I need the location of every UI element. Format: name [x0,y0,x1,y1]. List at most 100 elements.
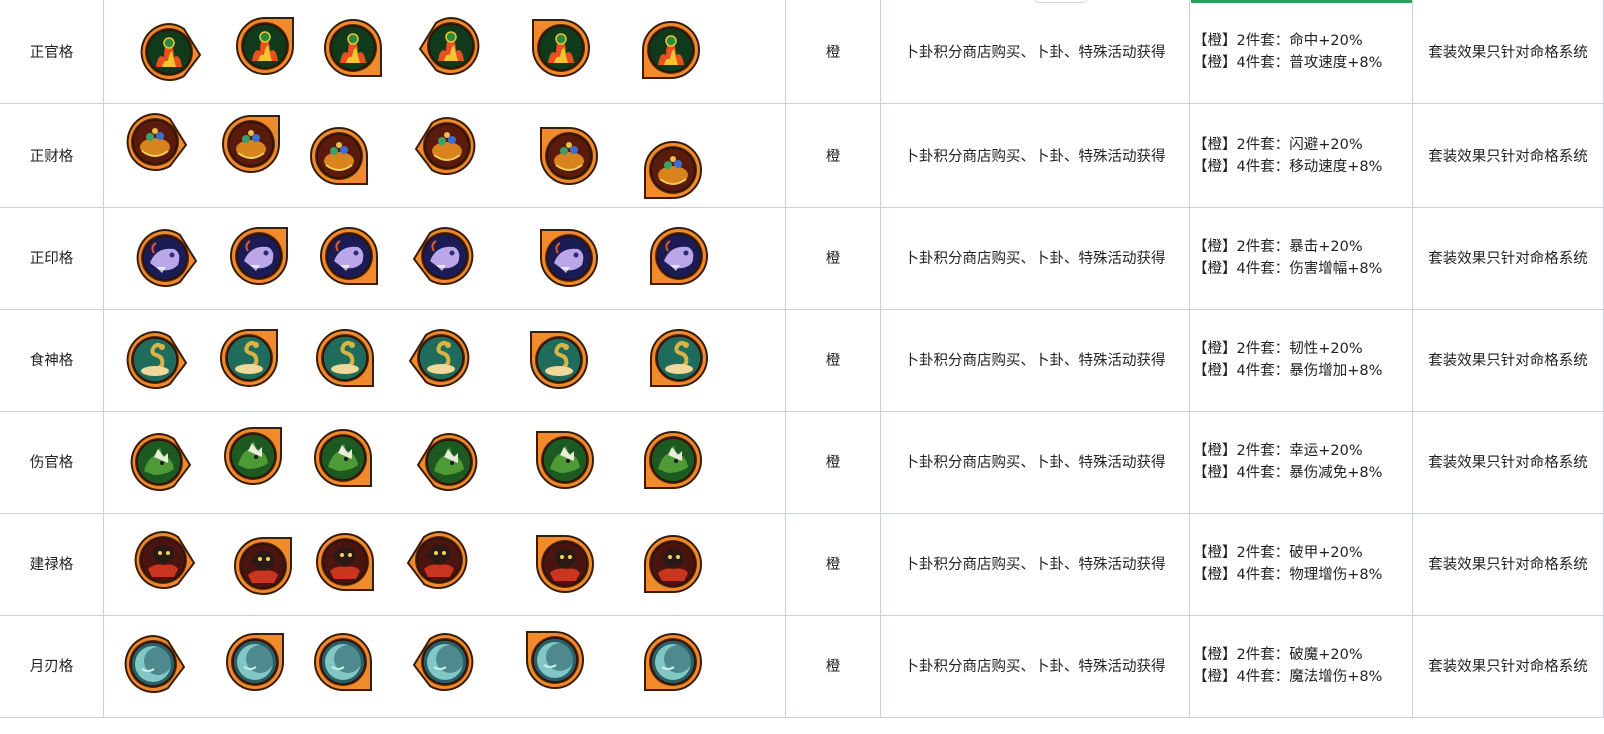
table-row: 正印格 橙 卜卦积分商店购买、卜卦、特殊活动获得 【橙】2件套：暴击+20% 【… [0,206,1604,310]
treasure-emblem-pointer-right-icon [120,107,190,177]
icon-set-cell[interactable] [104,104,786,208]
treasure-emblem-pointer-left-icon [412,111,482,181]
grade-cell[interactable]: 橙 [786,308,881,412]
set-effect-line: 【橙】2件套：闪避+20% [1193,136,1363,153]
set-effect-cell[interactable]: 【橙】2件套：韧性+20% 【橙】4件套：暴伤增加+8% [1190,308,1413,412]
serpent-emblem-corner-top-left-icon [524,325,594,395]
bag-emblem-corner-bottom-right-icon [310,527,380,597]
mingge-name-cell[interactable]: 正印格 [0,206,104,310]
table-row: 正财格 橙 卜卦积分商店购买、卜卦、特殊活动获得 【橙】2件套：闪避+20% 【… [0,104,1604,208]
set-effect-cell[interactable]: 【橙】2件套：命中+20% 【橙】4件套：普攻速度+8% [1190,0,1413,104]
grade-cell[interactable]: 橙 [786,0,881,104]
icon-set-cell[interactable] [104,308,786,412]
set-effect-line: 【橙】4件套：暴伤减免+8% [1193,464,1383,481]
bag-emblem-corner-top-left-icon [530,529,600,599]
mingge-name-cell[interactable]: 月刃格 [0,614,104,718]
flame-emblem-pointer-left-icon [416,11,486,81]
table-row: 伤官格 橙 卜卦积分商店购买、卜卦、特殊活动获得 【橙】2件套：幸运+20% 【… [0,410,1604,514]
beast-emblem-corner-top-left-icon [530,425,600,495]
dragon-emblem-corner-top-left-icon [534,223,604,293]
note-cell[interactable]: 套装效果只针对命格系统 [1413,0,1604,104]
note-cell[interactable]: 套装效果只针对命格系统 [1413,104,1604,208]
grade-cell[interactable]: 橙 [786,104,881,208]
mingge-name-cell[interactable]: 正财格 [0,104,104,208]
note-cell[interactable]: 套装效果只针对命格系统 [1413,614,1604,718]
source-cell[interactable]: 卜卦积分商店购买、卜卦、特殊活动获得 [881,0,1190,104]
icon-set-cell[interactable] [104,206,786,310]
source-cell[interactable]: 卜卦积分商店购买、卜卦、特殊活动获得 [881,614,1190,718]
flame-emblem-corner-bottom-right-icon [318,13,388,83]
treasure-emblem-corner-bottom-right-icon [304,121,374,191]
set-effect-line: 【橙】4件套：普攻速度+8% [1193,54,1383,71]
set-effect-line: 【橙】4件套：移动速度+8% [1193,158,1383,175]
icon-set-cell[interactable] [104,512,786,616]
serpent-emblem-pointer-left-icon [406,323,476,393]
serpent-emblem-corner-bottom-left-icon [644,323,714,393]
table-row: 正官格 橙 卜卦积分商店购买、卜卦、特殊活动获得 【橙】2件套：命中+20% 【… [0,0,1604,104]
beast-emblem-corner-top-right-icon [218,421,288,491]
set-effect-line: 【橙】2件套：破魔+20% [1193,646,1363,663]
spreadsheet: 正官格 橙 卜卦积分商店购买、卜卦、特殊活动获得 【橙】2件套：命中+20% 【… [0,0,1604,734]
beast-emblem-corner-bottom-left-icon [638,425,708,495]
serpent-emblem-corner-bottom-right-icon [310,323,380,393]
moon-emblem-corner-bottom-right-icon [308,627,378,697]
dragon-emblem-corner-top-right-icon [224,221,294,291]
bag-emblem-pointer-left-icon [404,525,474,595]
note-cell[interactable]: 套装效果只针对命格系统 [1413,410,1604,514]
source-cell[interactable]: 卜卦积分商店购买、卜卦、特殊活动获得 [881,410,1190,514]
moon-emblem-corner-top-left-icon [520,625,590,695]
moon-emblem-pointer-right-icon [118,629,188,699]
treasure-emblem-corner-bottom-left-icon [638,135,708,205]
dragon-emblem-corner-bottom-left-icon [644,221,714,291]
serpent-emblem-corner-top-right-icon [214,323,284,393]
bag-emblem-pointer-right-icon [128,525,198,595]
source-cell[interactable]: 卜卦积分商店购买、卜卦、特殊活动获得 [881,206,1190,310]
note-cell[interactable]: 套装效果只针对命格系统 [1413,512,1604,616]
moon-emblem-pointer-left-icon [410,627,480,697]
set-effect-line: 【橙】2件套：破甲+20% [1193,544,1363,561]
source-cell[interactable]: 卜卦积分商店购买、卜卦、特殊活动获得 [881,308,1190,412]
flame-emblem-corner-bottom-left-icon [636,15,706,85]
treasure-emblem-corner-top-left-icon [534,121,604,191]
grade-cell[interactable]: 橙 [786,614,881,718]
beast-emblem-pointer-left-icon [414,427,484,497]
icon-set-cell[interactable] [104,410,786,514]
set-effect-cell[interactable]: 【橙】2件套：幸运+20% 【橙】4件套：暴伤减免+8% [1190,410,1413,514]
bag-emblem-corner-bottom-left-icon [638,529,708,599]
beast-emblem-corner-bottom-right-icon [308,423,378,493]
grade-cell[interactable]: 橙 [786,206,881,310]
note-cell[interactable]: 套装效果只针对命格系统 [1413,308,1604,412]
set-effect-line: 【橙】2件套：命中+20% [1193,32,1363,49]
set-effect-line: 【橙】4件套：伤害增幅+8% [1193,260,1383,277]
mingge-name-cell[interactable]: 食神格 [0,308,104,412]
set-effect-cell[interactable]: 【橙】2件套：闪避+20% 【橙】4件套：移动速度+8% [1190,104,1413,208]
set-effect-line: 【橙】4件套：暴伤增加+8% [1193,362,1383,379]
moon-emblem-corner-top-right-icon [220,627,290,697]
flame-emblem-corner-top-left-icon [526,13,596,83]
mingge-name-cell[interactable]: 伤官格 [0,410,104,514]
icon-set-cell[interactable] [104,614,786,718]
moon-emblem-corner-bottom-left-icon [638,627,708,697]
source-cell[interactable]: 卜卦积分商店购买、卜卦、特殊活动获得 [881,512,1190,616]
set-effect-cell[interactable]: 【橙】2件套：破甲+20% 【橙】4件套：物理增伤+8% [1190,512,1413,616]
set-effect-line: 【橙】4件套：物理增伤+8% [1193,566,1383,583]
set-effect-cell[interactable]: 【橙】2件套：破魔+20% 【橙】4件套：魔法增伤+8% [1190,614,1413,718]
set-effect-line: 【橙】4件套：魔法增伤+8% [1193,668,1383,685]
set-effect-line: 【橙】2件套：幸运+20% [1193,442,1363,459]
flame-emblem-corner-top-right-icon [230,11,300,81]
table-row: 月刃格 橙 卜卦积分商店购买、卜卦、特殊活动获得 【橙】2件套：破魔+20% 【… [0,614,1604,718]
set-effect-cell[interactable]: 【橙】2件套：暴击+20% 【橙】4件套：伤害增幅+8% [1190,206,1413,310]
source-cell[interactable]: 卜卦积分商店购买、卜卦、特殊活动获得 [881,104,1190,208]
icon-set-cell[interactable] [104,0,786,104]
grade-cell[interactable]: 橙 [786,512,881,616]
table-row: 建禄格 橙 卜卦积分商店购买、卜卦、特殊活动获得 【橙】2件套：破甲+20% 【… [0,512,1604,616]
mingge-name-cell[interactable]: 正官格 [0,0,104,104]
dragon-emblem-pointer-left-icon [410,221,480,291]
note-cell[interactable]: 套装效果只针对命格系统 [1413,206,1604,310]
grade-cell[interactable]: 橙 [786,410,881,514]
set-effect-line: 【橙】2件套：暴击+20% [1193,238,1363,255]
dragon-emblem-corner-bottom-right-icon [314,221,384,291]
flame-emblem-pointer-right-icon [134,17,204,87]
dragon-emblem-pointer-right-icon [130,223,200,293]
mingge-name-cell[interactable]: 建禄格 [0,512,104,616]
